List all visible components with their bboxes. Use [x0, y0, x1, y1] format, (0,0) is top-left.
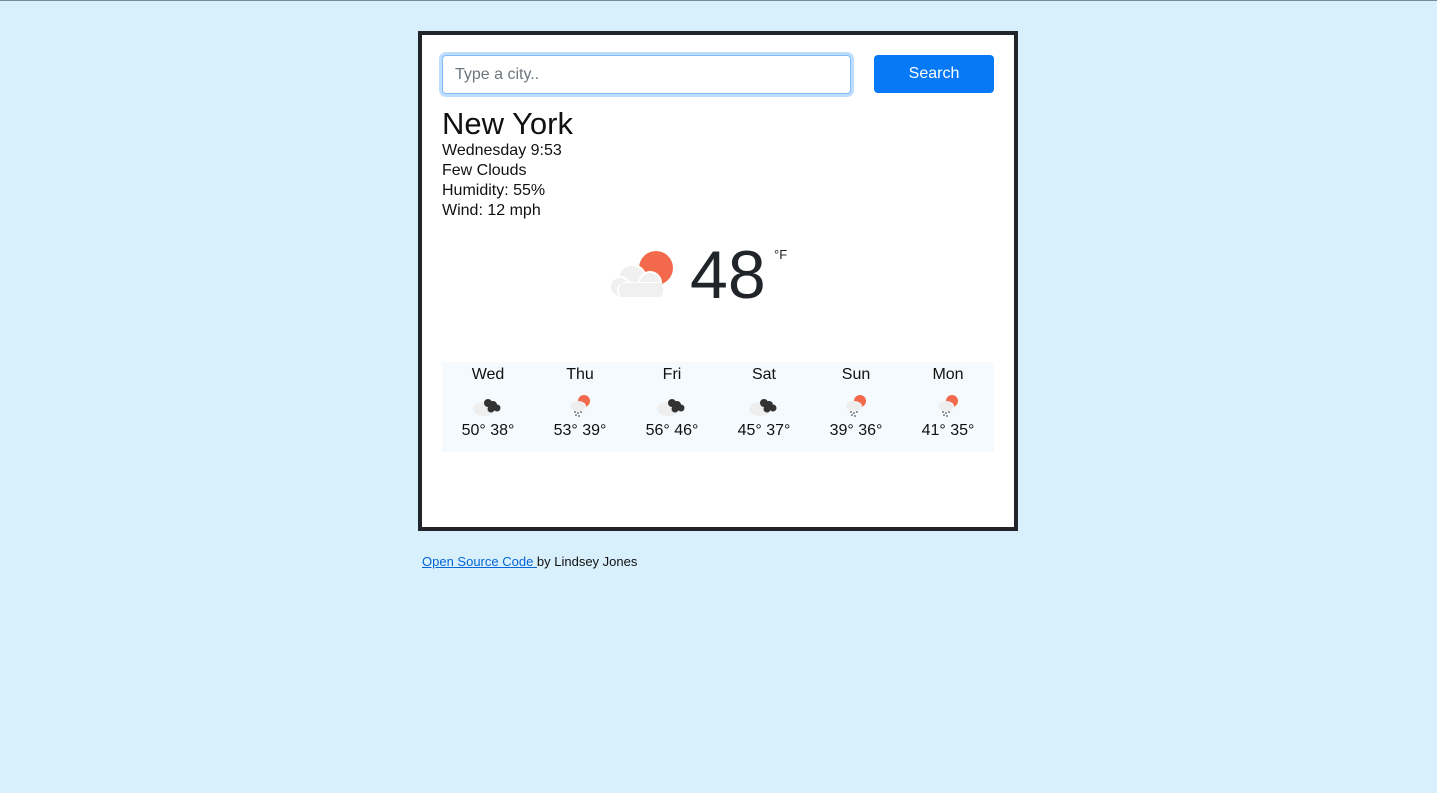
- search-button[interactable]: Search: [874, 55, 994, 93]
- city-search-input[interactable]: [442, 55, 851, 94]
- forecast-temps: 53° 39°: [553, 422, 607, 439]
- forecast-day-name: Wed: [471, 366, 505, 383]
- forecast-day-name: Sat: [751, 366, 776, 383]
- broken-clouds-icon: [473, 399, 501, 416]
- forecast-day: Thu 53° 39°: [534, 362, 626, 452]
- forecast-day-name: Thu: [566, 366, 594, 383]
- forecast-temps: 56° 46°: [645, 422, 699, 439]
- forecast-day: Mon 41° 35°: [902, 362, 994, 452]
- wind: Wind: 12 mph: [442, 202, 541, 219]
- forecast-day: Fri 56° 46°: [626, 362, 718, 452]
- top-border: [0, 0, 1437, 1]
- footer-author: by Lindsey Jones: [536, 554, 638, 569]
- rain-sun-icon: [570, 395, 590, 417]
- broken-clouds-icon: [657, 399, 685, 416]
- broken-clouds-icon: [749, 399, 777, 416]
- forecast-temps: 39° 36°: [829, 422, 883, 439]
- forecast-day-name: Fri: [662, 366, 682, 383]
- temperature-value: 48: [690, 237, 766, 313]
- weather-description: Few Clouds: [442, 162, 527, 179]
- humidity: Humidity: 55%: [442, 182, 546, 199]
- forecast-temps: 50° 38°: [461, 422, 515, 439]
- rain-sun-icon: [938, 395, 958, 417]
- forecast-day-name: Sun: [841, 366, 871, 383]
- forecast: Wed 50° 38° Thu 53° 39° Fri 56° 46° Sat …: [442, 362, 994, 452]
- current-temperature: 48 °F: [608, 235, 808, 315]
- weather-card: Search New York Wednesday 9:53 Few Cloud…: [418, 31, 1018, 531]
- open-source-link[interactable]: Open Source Code: [422, 554, 537, 569]
- city-name: New York: [442, 106, 573, 141]
- search-form: Search: [442, 55, 994, 95]
- forecast-temps: 45° 37°: [737, 422, 791, 439]
- forecast-day: Wed 50° 38°: [442, 362, 534, 452]
- few-clouds-icon: [609, 251, 673, 299]
- forecast-day: Sat 45° 37°: [718, 362, 810, 452]
- forecast-temps: 41° 35°: [921, 422, 975, 439]
- weather-details: Wednesday 9:53 Few Clouds Humidity: 55% …: [442, 141, 562, 221]
- rain-sun-icon: [846, 395, 866, 417]
- temperature-unit: °F: [774, 247, 788, 262]
- footer: Open Source Code by Lindsey Jones: [422, 554, 637, 569]
- forecast-day-name: Mon: [932, 366, 964, 383]
- forecast-day: Sun 39° 36°: [810, 362, 902, 452]
- date-time: Wednesday 9:53: [442, 142, 562, 159]
